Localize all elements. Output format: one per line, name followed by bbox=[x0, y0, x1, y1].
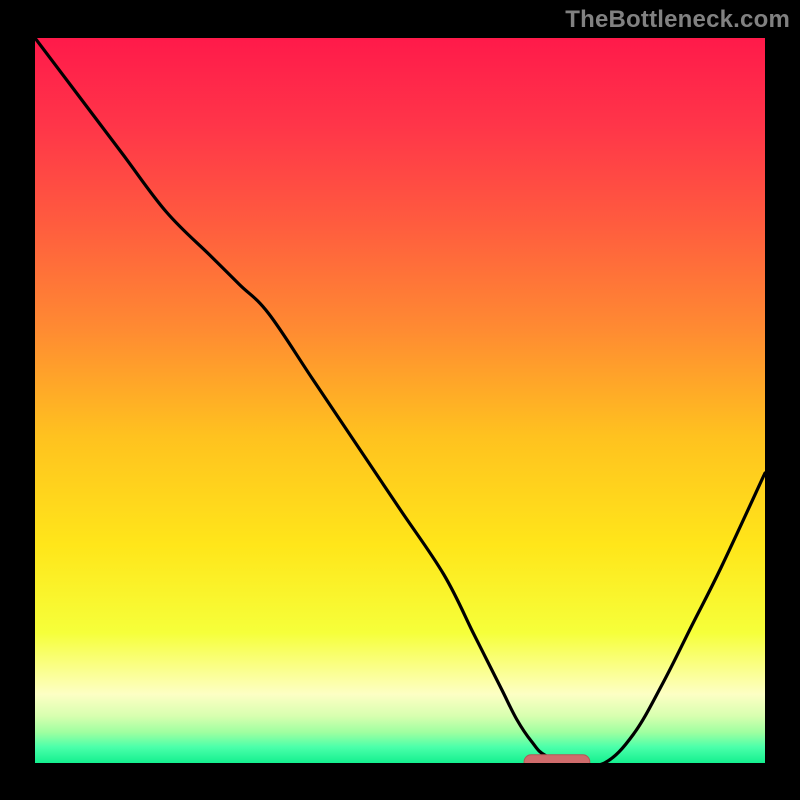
chart-frame: { "watermark": "TheBottleneck.com", "col… bbox=[0, 0, 800, 800]
gradient-background bbox=[35, 38, 765, 763]
bottleneck-chart bbox=[0, 0, 800, 800]
optimal-marker bbox=[524, 755, 590, 770]
